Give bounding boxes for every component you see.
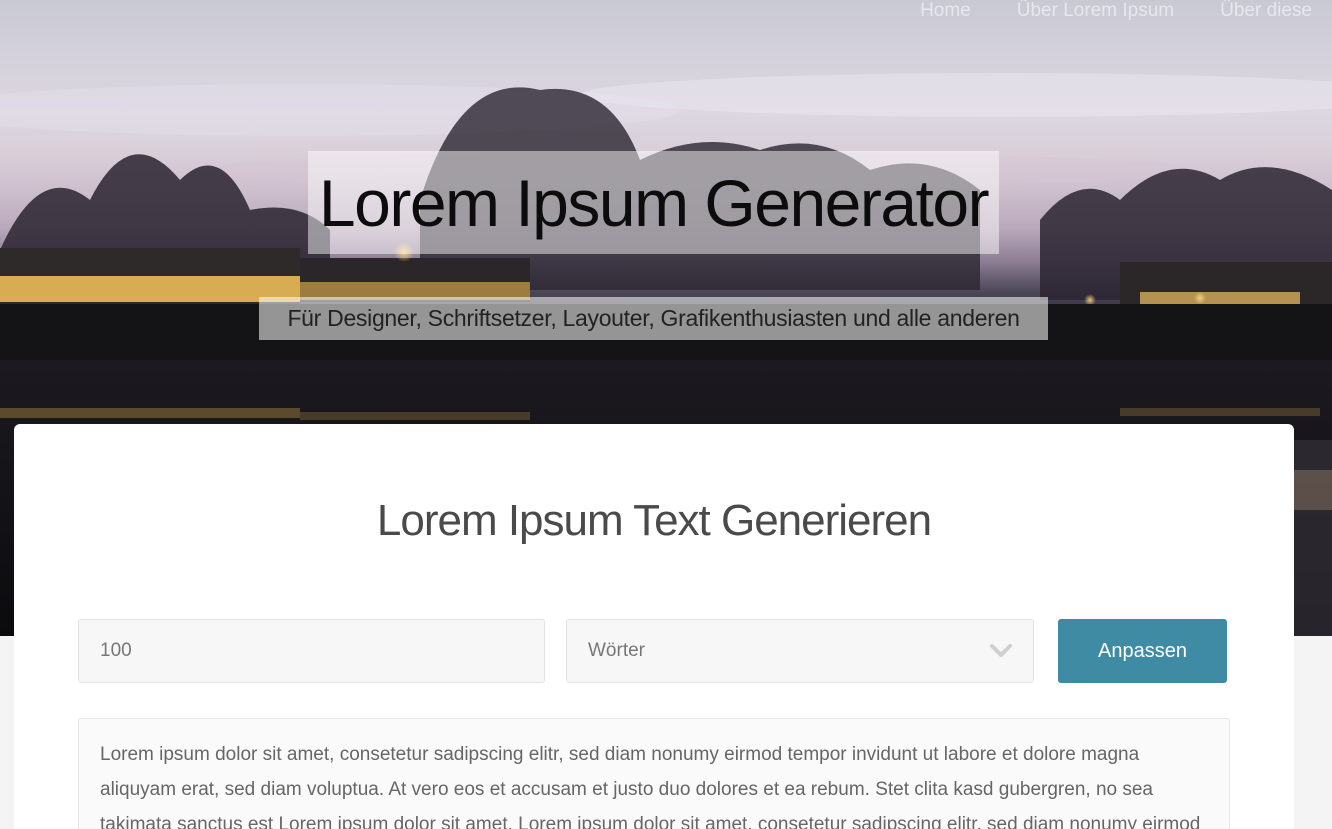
- word-count-input[interactable]: 100: [78, 619, 545, 683]
- hero-subtitle-box: Für Designer, Schriftsetzer, Layouter, G…: [259, 297, 1048, 340]
- generator-card: Lorem Ipsum Text Generieren 100 Wörter A…: [14, 424, 1294, 829]
- hero-title-box: Lorem Ipsum Generator: [308, 151, 999, 254]
- word-count-value: 100: [100, 640, 132, 661]
- generated-text-output[interactable]: Lorem ipsum dolor sit amet, consetetur s…: [78, 718, 1230, 829]
- nav-link-about-lorem-ipsum[interactable]: Über Lorem Ipsum: [1017, 0, 1174, 24]
- page-title: Lorem Ipsum Generator: [318, 165, 990, 240]
- page: Home Über Lorem Ipsum Über diese Lorem I…: [0, 0, 1332, 829]
- top-nav: Home Über Lorem Ipsum Über diese: [920, 0, 1312, 24]
- nav-link-about-this[interactable]: Über diese: [1220, 0, 1312, 24]
- unit-select[interactable]: Wörter: [566, 619, 1034, 683]
- nav-link-home[interactable]: Home: [920, 0, 971, 24]
- generator-heading: Lorem Ipsum Text Generieren: [376, 496, 932, 545]
- unit-select-value: Wörter: [588, 640, 645, 661]
- page-subtitle: Für Designer, Schriftsetzer, Layouter, G…: [287, 305, 1020, 331]
- chevron-down-icon: [990, 640, 1012, 662]
- adjust-button[interactable]: Anpassen: [1058, 619, 1227, 683]
